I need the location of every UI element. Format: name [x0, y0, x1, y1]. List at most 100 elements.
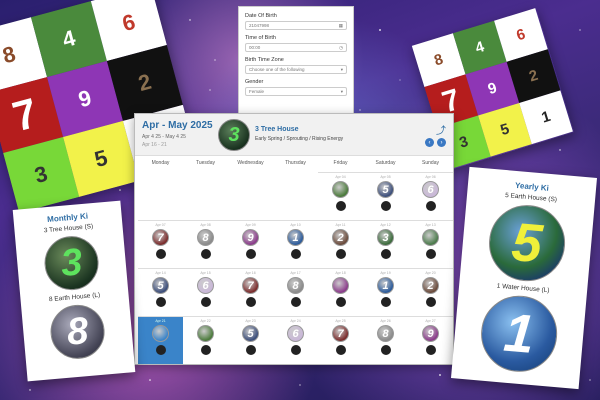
- day-ki-orb: 6: [197, 277, 214, 294]
- moon-phase-icon: [200, 249, 211, 259]
- chevron-down-icon: ▾: [340, 66, 343, 72]
- calendar-icon: ▦: [338, 22, 343, 28]
- calendar-day[interactable]: Apr 14 5: [138, 268, 183, 316]
- day-date: Apr 22: [200, 319, 211, 323]
- moon-phase-icon: [425, 345, 436, 355]
- date-of-birth-label: Date Of Birth: [245, 13, 277, 19]
- time-of-birth-label: Time of Birth: [245, 35, 276, 41]
- day-ki-orb: [152, 325, 169, 342]
- day-ki-orb: [332, 181, 349, 198]
- calendar-title: Apr - May 2025: [142, 120, 213, 131]
- day-date: Apr 27: [425, 319, 436, 323]
- date-of-birth-value: 21047998: [249, 23, 270, 28]
- moon-phase-icon: [425, 201, 436, 211]
- calendar-day[interactable]: Apr 06 6: [408, 172, 453, 220]
- calendar-day[interactable]: Apr 11 2: [318, 220, 363, 268]
- day-date: Apr 17: [290, 271, 301, 275]
- day-ki-orb: 9: [242, 229, 259, 246]
- moon-phase-icon: [290, 297, 301, 307]
- day-ki-orb: 8: [197, 229, 214, 246]
- calendar-day[interactable]: Apr 15 6: [183, 268, 228, 316]
- time-of-birth-input[interactable]: 00:00 ◷: [245, 43, 347, 52]
- day-ki-orb: 5: [377, 181, 394, 198]
- day-date: Apr 20: [425, 271, 436, 275]
- calendar-day[interactable]: Apr 16 7: [228, 268, 273, 316]
- next-month-button[interactable]: ›: [437, 138, 446, 147]
- calendar-day[interactable]: Apr 21: [138, 316, 183, 364]
- calendar-day[interactable]: Apr 25 7: [318, 316, 363, 364]
- calendar-day[interactable]: Apr 12 3: [363, 220, 408, 268]
- day-ki-orb: [332, 277, 349, 294]
- date-of-birth-input[interactable]: 21047998 ▦: [245, 21, 347, 30]
- day-date: Apr 11: [335, 223, 346, 227]
- calendar-nav: ‹ ›: [425, 138, 446, 147]
- moon-phase-icon: [200, 297, 211, 307]
- yearly-ki-card: Yearly Ki 5 Earth House (S) 5 1 Water Ho…: [451, 166, 597, 390]
- yearly-ki-orb-primary: 5: [485, 201, 569, 285]
- share-icon[interactable]: ⤴: [436, 122, 446, 137]
- moon-phase-icon: [200, 345, 211, 355]
- moon-phase-icon: [380, 297, 391, 307]
- weekday-header: Monday: [151, 160, 170, 166]
- calendar-header: Apr - May 2025 Apr 4 25 - May 4 25 Apr 1…: [135, 114, 453, 156]
- day-date: Apr 04: [335, 175, 346, 179]
- calendar-day[interactable]: Apr 22: [183, 316, 228, 364]
- weekday-header: Thursday: [285, 160, 306, 166]
- calendar-day[interactable]: Apr 13: [408, 220, 453, 268]
- gender-value: Female: [249, 89, 265, 94]
- weekday-header: Tuesday: [196, 160, 215, 166]
- calendar-day[interactable]: Apr 18: [318, 268, 363, 316]
- day-ki-orb: 7: [242, 277, 259, 294]
- calendar-day[interactable]: Apr 04: [318, 172, 363, 220]
- prev-month-button[interactable]: ‹: [425, 138, 434, 147]
- calendar-day[interactable]: Apr 26 8: [363, 316, 408, 364]
- day-date: Apr 13: [425, 223, 436, 227]
- day-date: Apr 16: [245, 271, 256, 275]
- day-date: Apr 10: [290, 223, 301, 227]
- calendar-day[interactable]: Apr 09 9: [228, 220, 273, 268]
- moon-phase-icon: [245, 297, 256, 307]
- chevron-down-icon: ▾: [340, 88, 343, 94]
- day-ki-orb: 7: [332, 325, 349, 342]
- calendar-day[interactable]: Apr 24 6: [273, 316, 318, 364]
- day-date: Apr 09: [245, 223, 256, 227]
- gender-select[interactable]: Female ▾: [245, 87, 347, 96]
- calendar-range: Apr 4 25 - May 4 25: [142, 134, 186, 140]
- moon-phase-icon: [380, 201, 391, 211]
- day-date: Apr 18: [335, 271, 346, 275]
- day-date: Apr 19: [380, 271, 391, 275]
- day-ki-orb: [197, 325, 214, 342]
- day-date: Apr 21: [155, 319, 166, 323]
- calendar-day[interactable]: Apr 20 2: [408, 268, 453, 316]
- calendar-day[interactable]: Apr 07 7: [138, 220, 183, 268]
- moon-phase-icon: [245, 249, 256, 259]
- moon-phase-icon: [155, 249, 166, 259]
- moon-phase-icon: [335, 345, 346, 355]
- day-date: Apr 06: [425, 175, 436, 179]
- day-date: Apr 15: [200, 271, 211, 275]
- calendar-day[interactable]: Apr 19 1: [363, 268, 408, 316]
- day-date: Apr 07: [155, 223, 166, 227]
- calendar-day[interactable]: Apr 05 5: [363, 172, 408, 220]
- weekday-header: Sunday: [422, 160, 439, 166]
- moon-phase-icon: [335, 201, 346, 211]
- birth-time-zone-select[interactable]: Choose one of the following ▾: [245, 65, 347, 74]
- gender-label: Gender: [245, 79, 264, 85]
- birth-time-zone-label: Birth Time Zone: [245, 57, 284, 63]
- moon-phase-icon: [425, 249, 436, 259]
- calendar-day[interactable]: Apr 27 9: [408, 316, 453, 364]
- calendar-day[interactable]: Apr 08 8: [183, 220, 228, 268]
- monthly-ki-card: Monthly Ki 3 Tree House (S) 3 8 Earth Ho…: [12, 200, 136, 382]
- clock-icon: ◷: [339, 44, 343, 50]
- day-ki-orb: 8: [377, 325, 394, 342]
- day-date: Apr 26: [380, 319, 391, 323]
- day-ki-orb: 8: [287, 277, 304, 294]
- moon-phase-icon: [335, 249, 346, 259]
- day-ki-orb: 1: [377, 277, 394, 294]
- calendar-day[interactable]: Apr 17 8: [273, 268, 318, 316]
- day-ki-orb: [422, 229, 439, 246]
- calendar-day[interactable]: Apr 10 1: [273, 220, 318, 268]
- calendar-day[interactable]: Apr 23 5: [228, 316, 273, 364]
- day-ki-orb: 9: [422, 325, 439, 342]
- moon-phase-icon: [290, 249, 301, 259]
